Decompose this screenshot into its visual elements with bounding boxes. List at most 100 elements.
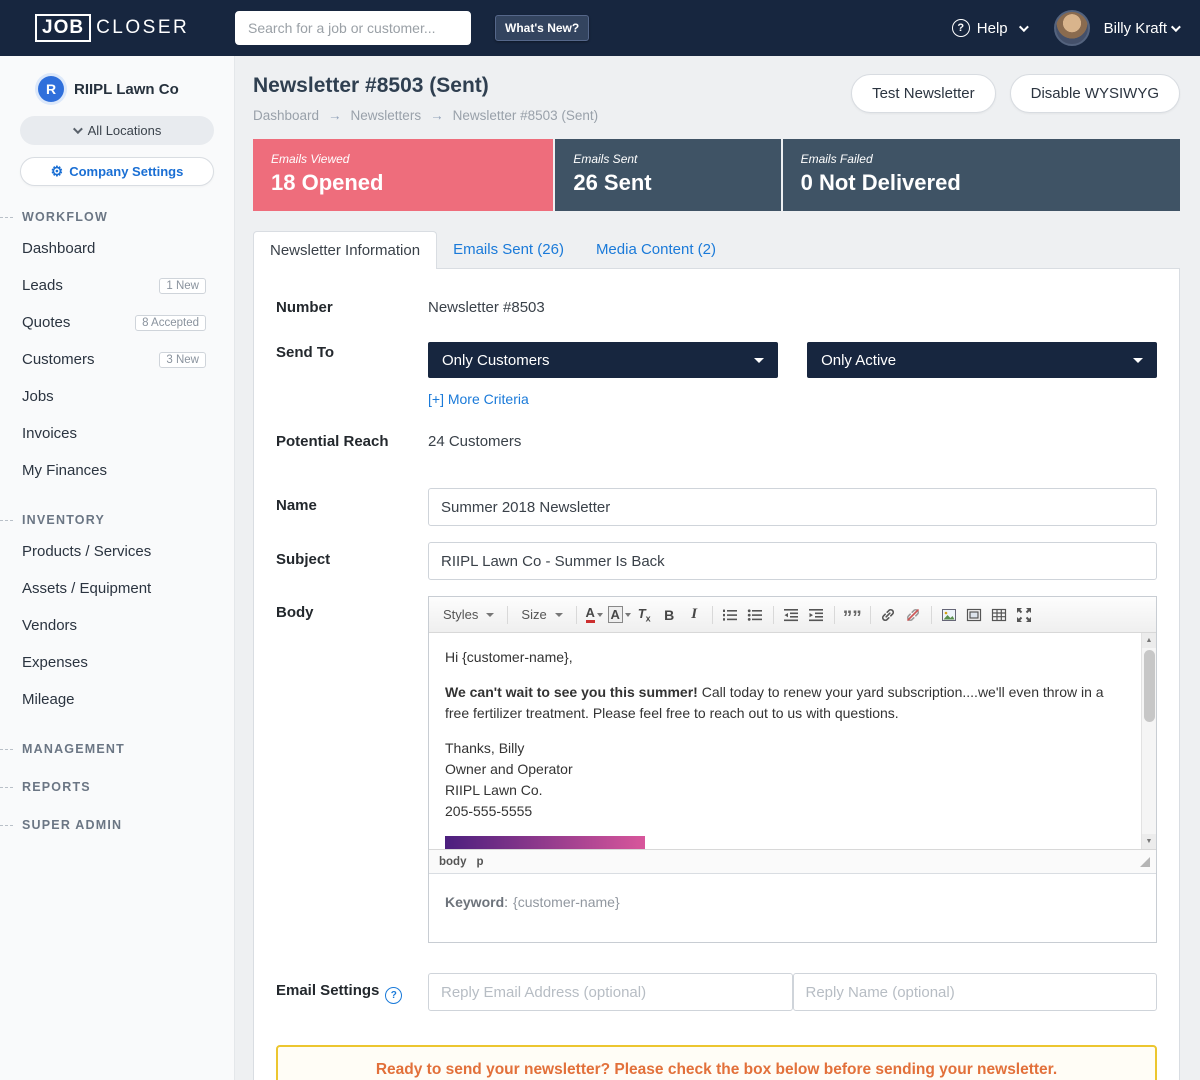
blockquote-icon[interactable]: ””: [840, 603, 865, 627]
sidebar-item-products-services[interactable]: Products / Services: [0, 533, 234, 570]
sidebar-item-my-finances[interactable]: My Finances: [0, 452, 234, 489]
sidebar-item-jobs[interactable]: Jobs: [0, 378, 234, 415]
user-menu[interactable]: Billy Kraft: [1104, 20, 1178, 37]
logo-job-text: JOB: [35, 14, 91, 42]
editor-content[interactable]: Hi {customer-name}, We can't wait to see…: [429, 633, 1156, 849]
subject-input[interactable]: [428, 542, 1157, 580]
chevron-down-icon: [555, 613, 563, 617]
chevron-down-icon: [73, 124, 83, 134]
nav-label: Customers: [22, 351, 95, 368]
element-path-p[interactable]: p: [476, 856, 483, 868]
unlink-icon[interactable]: [901, 603, 926, 627]
sidebar-item-invoices[interactable]: Invoices: [0, 415, 234, 452]
nav-label: Products / Services: [22, 543, 151, 560]
gear-icon: ⚙: [51, 163, 64, 180]
keyword-hint: Keyword{customer-name}: [429, 873, 1156, 942]
section-management[interactable]: MANAGEMENT: [0, 742, 234, 756]
reply-email-input[interactable]: [428, 973, 793, 1011]
user-name: Billy Kraft: [1104, 20, 1167, 37]
section-workflow: WORKFLOW: [0, 210, 234, 224]
link-icon[interactable]: [876, 603, 901, 627]
table-icon[interactable]: [987, 603, 1012, 627]
question-circle-icon[interactable]: ?: [385, 987, 402, 1004]
send-to-label: Send To: [276, 342, 428, 409]
background-color-icon[interactable]: A: [607, 603, 632, 627]
scrollbar-thumb[interactable]: [1144, 650, 1155, 722]
test-newsletter-button[interactable]: Test Newsletter: [851, 74, 996, 113]
resize-handle-icon[interactable]: [1140, 857, 1150, 867]
editor-signature-line: RIIPL Lawn Co.: [445, 780, 1128, 801]
name-input[interactable]: [428, 488, 1157, 526]
size-combo[interactable]: Size: [513, 603, 570, 627]
send-to-audience-select[interactable]: Only Customers: [428, 342, 778, 378]
breadcrumb-dashboard[interactable]: Dashboard: [253, 108, 351, 123]
numbered-list-icon[interactable]: [718, 603, 743, 627]
breadcrumb-newsletters[interactable]: Newsletters: [351, 108, 453, 123]
number-row: Number Newsletter #8503: [276, 297, 1157, 316]
chevron-down-icon: [486, 613, 494, 617]
increase-indent-icon[interactable]: [804, 603, 829, 627]
potential-reach-row: Potential Reach 24 Customers: [276, 431, 1157, 450]
nav-label: Assets / Equipment: [22, 580, 151, 597]
stats-bar: Emails Viewed 18 Opened Emails Sent 26 S…: [253, 139, 1180, 211]
section-super-admin[interactable]: SUPER ADMIN: [0, 818, 234, 832]
sidebar-item-leads[interactable]: Leads 1 New: [0, 267, 234, 304]
text-color-icon[interactable]: A: [582, 603, 607, 627]
tab-media-content[interactable]: Media Content (2): [580, 231, 732, 268]
bulleted-list-icon[interactable]: [743, 603, 768, 627]
italic-icon[interactable]: I: [682, 603, 707, 627]
maximize-icon[interactable]: [1012, 603, 1037, 627]
reply-name-input[interactable]: [793, 973, 1158, 1011]
scroll-down-icon[interactable]: ▼: [1142, 834, 1157, 849]
breadcrumb: DashboardNewslettersNewsletter #8503 (Se…: [253, 108, 598, 123]
number-value: Newsletter #8503: [428, 297, 1157, 316]
nav-label: Vendors: [22, 617, 77, 634]
section-reports[interactable]: REPORTS: [0, 780, 234, 794]
decrease-indent-icon[interactable]: [779, 603, 804, 627]
section-inventory: INVENTORY: [0, 513, 234, 527]
customers-badge: 3 New: [159, 352, 206, 368]
tab-emails-sent[interactable]: Emails Sent (26): [437, 231, 580, 268]
nav-label: Mileage: [22, 691, 75, 708]
all-locations-dropdown[interactable]: All Locations: [20, 116, 214, 145]
bold-icon[interactable]: B: [657, 603, 682, 627]
embed-icon[interactable]: [962, 603, 987, 627]
keyword-label: Keyword: [445, 894, 513, 910]
chevron-down-icon: [1171, 22, 1181, 32]
subject-row: Subject: [276, 542, 1157, 580]
stat-label: Emails Sent: [573, 152, 762, 166]
sidebar-item-customers[interactable]: Customers 3 New: [0, 341, 234, 378]
sidebar-item-vendors[interactable]: Vendors: [0, 607, 234, 644]
app-logo[interactable]: JOB CLOSER: [35, 14, 235, 42]
editor-scrollbar[interactable]: ▲ ▼: [1141, 633, 1156, 849]
toolbar-separator: [712, 606, 713, 624]
body-row: Body Styles Size: [276, 596, 1157, 943]
remove-format-icon[interactable]: Tx: [632, 603, 657, 627]
whats-new-button[interactable]: What's New?: [495, 15, 589, 41]
nav-label: Expenses: [22, 654, 88, 671]
sidebar-item-quotes[interactable]: Quotes 8 Accepted: [0, 304, 234, 341]
user-avatar[interactable]: [1054, 10, 1090, 46]
sidebar-item-mileage[interactable]: Mileage: [0, 681, 234, 718]
scroll-up-icon[interactable]: ▲: [1142, 633, 1157, 648]
global-search-input[interactable]: [235, 11, 471, 45]
nav-label: Jobs: [22, 388, 54, 405]
sidebar-item-dashboard[interactable]: Dashboard: [0, 230, 234, 267]
wysiwyg-editor: Styles Size A A Tx: [428, 596, 1157, 943]
more-criteria-link[interactable]: [+] More Criteria: [428, 391, 529, 407]
styles-combo[interactable]: Styles: [435, 603, 502, 627]
image-icon[interactable]: [937, 603, 962, 627]
editor-paragraph: We can't wait to see you this summer! Ca…: [445, 682, 1128, 724]
sidebar-item-expenses[interactable]: Expenses: [0, 644, 234, 681]
disable-wysiwyg-button[interactable]: Disable WYSIWYG: [1010, 74, 1180, 113]
help-menu[interactable]: ? Help: [952, 19, 1026, 37]
company-settings-button[interactable]: ⚙ Company Settings: [20, 157, 214, 186]
email-settings-label: Email Settings?: [276, 973, 428, 1011]
newsletter-banner-image: [445, 836, 645, 849]
tab-newsletter-information[interactable]: Newsletter Information: [253, 231, 437, 269]
sidebar-item-assets-equipment[interactable]: Assets / Equipment: [0, 570, 234, 607]
send-to-status-select[interactable]: Only Active: [807, 342, 1157, 378]
element-path-body[interactable]: body: [439, 856, 466, 868]
all-locations-label: All Locations: [88, 123, 162, 138]
stat-value: 26 Sent: [573, 170, 762, 196]
